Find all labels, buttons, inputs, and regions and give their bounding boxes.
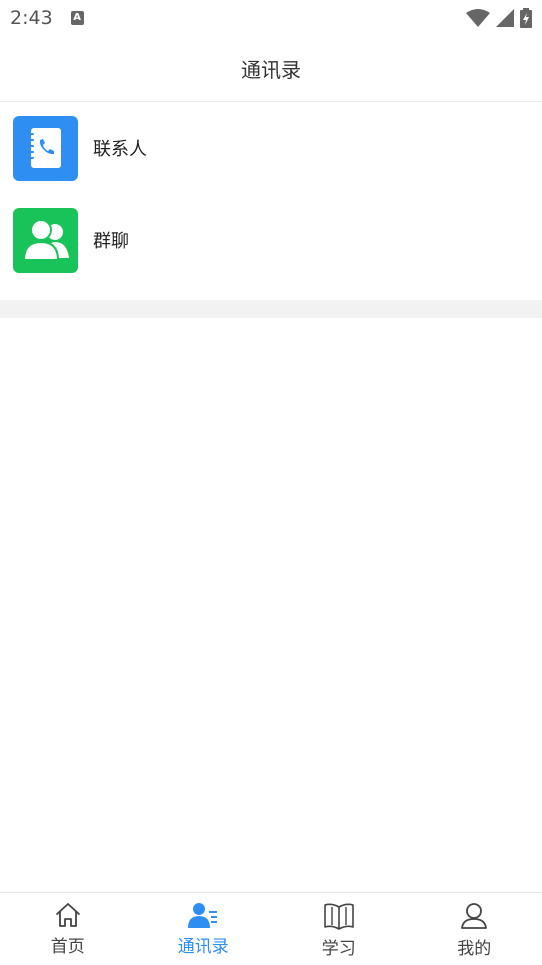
tab-mine[interactable]: 我的	[407, 893, 542, 965]
book-icon	[323, 903, 354, 930]
page-title: 通讯录	[241, 58, 301, 82]
battery-charging-icon	[520, 8, 532, 28]
status-bar: 2:43 A	[0, 0, 542, 36]
section-divider	[0, 300, 542, 318]
list-item-group-chat[interactable]: 群聊	[0, 194, 542, 286]
status-right	[466, 8, 532, 28]
list-item-label: 群聊	[93, 231, 129, 252]
profile-icon	[461, 903, 488, 929]
tab-label: 我的	[457, 939, 492, 959]
tab-label: 通讯录	[177, 937, 229, 957]
tab-contacts[interactable]: 通讯录	[136, 893, 272, 965]
tab-label: 学习	[321, 939, 356, 959]
home-icon	[55, 903, 80, 927]
tab-study[interactable]: 学习	[271, 893, 407, 965]
contacts-icon	[188, 903, 218, 928]
status-time: 2:43	[10, 7, 53, 29]
list-item-contacts[interactable]: 联系人	[0, 102, 542, 194]
contacts-book-icon	[13, 115, 78, 181]
tab-home[interactable]: 首页	[0, 893, 136, 965]
app-notification-icon: A	[70, 11, 84, 25]
tab-label: 首页	[50, 937, 85, 957]
group-chat-icon	[13, 207, 78, 273]
header: 通讯录	[0, 36, 542, 102]
bottom-tab-bar: 首页 通讯录 学习 我的	[0, 892, 542, 965]
list-item-label: 联系人	[93, 139, 147, 160]
cell-signal-icon	[496, 9, 514, 27]
contact-menu-list: 联系人 群聊	[0, 102, 542, 286]
wifi-icon	[466, 9, 490, 27]
status-left: 2:43 A	[10, 7, 84, 29]
